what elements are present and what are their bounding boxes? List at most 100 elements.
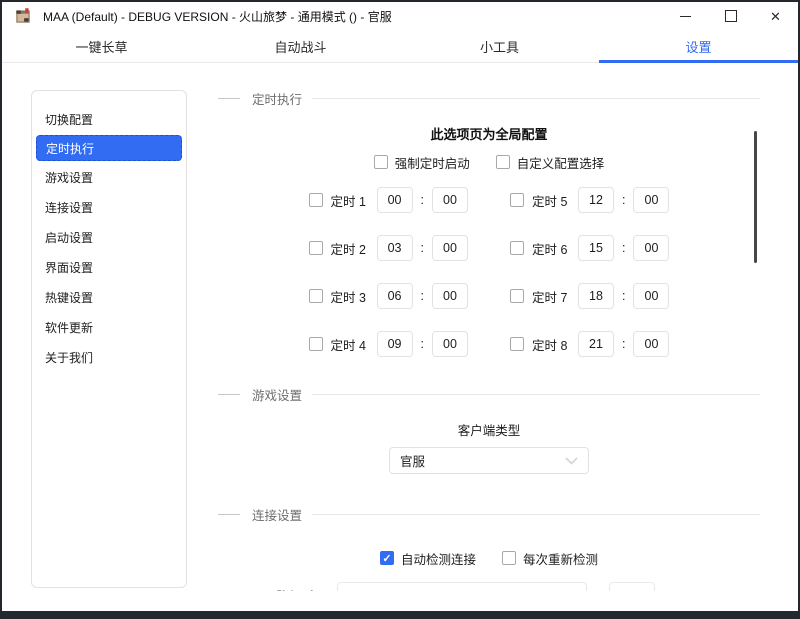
tab-settings[interactable]: 设置: [599, 30, 798, 63]
window-controls: ✕: [663, 2, 798, 30]
sidebar-item-software-update[interactable]: 软件更新: [32, 312, 186, 342]
tab-copilot[interactable]: 自动战斗: [201, 30, 400, 62]
timer-grid: 定时 1 00 : 00 定时 5 12 : 00 定时 2 03: 00 定…: [218, 186, 760, 358]
divider: [312, 97, 760, 99]
sidebar-item-switch-config[interactable]: 切换配置: [32, 104, 186, 134]
timer-1-hour-input[interactable]: 00: [376, 187, 413, 213]
timer-label: 定时 5: [532, 194, 568, 209]
section-title: 游戏设置: [252, 388, 303, 403]
client-type-select[interactable]: 官服: [389, 447, 589, 474]
section-title: 定时执行: [252, 92, 303, 107]
connection-options-row: ✓ 自动检测连接 每次重新检测: [218, 548, 760, 568]
close-button[interactable]: ✕: [753, 2, 798, 30]
sidebar-item-game-settings[interactable]: 游戏设置: [32, 162, 186, 192]
time-separator: :: [622, 289, 626, 303]
chevron-down-icon: [565, 456, 578, 465]
timer-6-hour-input[interactable]: 15: [578, 235, 614, 261]
minimize-button[interactable]: [663, 2, 708, 30]
settings-content: 定时执行 此选项页为全局配置 强制定时启动 自定义配置选择 定时 1 00: …: [218, 76, 760, 591]
maximize-icon: [724, 10, 737, 22]
divider: [312, 513, 760, 515]
timer-7-checkbox[interactable]: [510, 289, 524, 303]
checkbox-label: 自动检测连接: [400, 552, 476, 567]
redetect-every-time-option: 每次重新检测: [502, 549, 598, 568]
section-header-connection: 连接设置: [218, 504, 760, 524]
force-scheduled-start-option: 强制定时启动: [373, 153, 470, 172]
time-separator: :: [622, 193, 626, 207]
tab-farming[interactable]: 一键长草: [2, 30, 201, 62]
redetect-every-time-checkbox[interactable]: [502, 551, 516, 565]
section-header-game: 游戏设置: [218, 384, 760, 404]
auto-detect-option: ✓ 自动检测连接: [379, 549, 476, 568]
adb-path-input[interactable]: [337, 582, 588, 591]
timer-2-minute-input[interactable]: 00: [432, 235, 468, 261]
timer-5-checkbox[interactable]: [510, 193, 524, 207]
divider: [218, 393, 240, 395]
timer-3-checkbox[interactable]: [308, 289, 323, 303]
maximize-button[interactable]: [708, 2, 753, 30]
timer-2-hour-input[interactable]: 03: [376, 235, 413, 261]
timer-label: 定时 7: [532, 290, 568, 305]
adb-path-row: ADB 路径 (相: [218, 582, 760, 591]
time-separator: :: [420, 289, 424, 303]
time-separator: :: [420, 241, 424, 255]
custom-config-checkbox[interactable]: [495, 155, 510, 169]
checkbox-label: 每次重新检测: [523, 552, 599, 567]
timer-1-minute-input[interactable]: 00: [432, 187, 468, 213]
timer-7-row: 定时 7 18 : 00: [510, 282, 670, 310]
timer-options-row: 强制定时启动 自定义配置选择: [218, 152, 760, 172]
content-scrollbar[interactable]: [754, 131, 757, 263]
divider: [218, 513, 240, 515]
adb-path-browse-button[interactable]: [609, 582, 656, 591]
app-logo-icon: [16, 8, 30, 23]
timer-label: 定时 2: [330, 242, 366, 257]
timer-6-checkbox[interactable]: [510, 241, 524, 255]
settings-page: 切换配置 定时执行 游戏设置 连接设置 启动设置 界面设置 热键设置 软件更新 …: [2, 63, 798, 611]
timer-6-minute-input[interactable]: 00: [633, 235, 670, 261]
timer-5-minute-input[interactable]: 00: [633, 187, 670, 213]
sidebar-item-timer[interactable]: 定时执行: [36, 135, 182, 161]
timer-8-row: 定时 8 21 : 00: [510, 330, 670, 358]
checkbox-label: 强制定时启动: [394, 156, 470, 171]
title-bar: MAA (Default) - DEBUG VERSION - 火山旅梦 - 通…: [2, 2, 798, 30]
timer-8-hour-input[interactable]: 21: [578, 331, 614, 357]
divider: [218, 97, 240, 99]
timer-3-row: 定时 3 06 : 00: [308, 282, 468, 310]
timer-4-minute-input[interactable]: 00: [432, 331, 468, 357]
sidebar-item-connection-settings[interactable]: 连接设置: [32, 192, 186, 222]
tab-toolbox[interactable]: 小工具: [400, 30, 599, 62]
force-scheduled-start-checkbox[interactable]: [373, 155, 388, 169]
settings-sidebar: 切换配置 定时执行 游戏设置 连接设置 启动设置 界面设置 热键设置 软件更新 …: [31, 90, 187, 588]
sidebar-item-about[interactable]: 关于我们: [32, 342, 186, 372]
timer-7-hour-input[interactable]: 18: [578, 283, 614, 309]
auto-detect-checkbox[interactable]: ✓: [379, 551, 394, 565]
timer-8-minute-input[interactable]: 00: [633, 331, 670, 357]
client-type-value: 官服: [400, 455, 426, 469]
timer-label: 定时 6: [532, 242, 568, 257]
time-separator: :: [622, 241, 626, 255]
main-tab-bar: 一键长草 自动战斗 小工具 设置: [2, 30, 798, 63]
timer-1-row: 定时 1 00 : 00: [308, 186, 468, 214]
timer-8-checkbox[interactable]: [510, 337, 524, 351]
sidebar-item-hotkey-settings[interactable]: 热键设置: [32, 282, 186, 312]
timer-1-checkbox[interactable]: [308, 193, 323, 207]
timer-3-hour-input[interactable]: 06: [376, 283, 413, 309]
timer-4-checkbox[interactable]: [308, 337, 323, 351]
timer-2-checkbox[interactable]: [308, 241, 323, 255]
timer-4-row: 定时 4 09 : 00: [308, 330, 468, 358]
timer-5-row: 定时 5 12 : 00: [510, 186, 670, 214]
timer-7-minute-input[interactable]: 00: [633, 283, 670, 309]
timer-3-minute-input[interactable]: 00: [432, 283, 468, 309]
timer-label: 定时 8: [532, 338, 568, 353]
time-separator: :: [420, 193, 424, 207]
timer-4-hour-input[interactable]: 09: [376, 331, 413, 357]
timer-2-row: 定时 2 03 : 00: [308, 234, 468, 262]
timer-6-row: 定时 6 15 : 00: [510, 234, 670, 262]
timer-label: 定时 1: [330, 194, 366, 209]
sidebar-item-startup-settings[interactable]: 启动设置: [32, 222, 186, 252]
sidebar-item-ui-settings[interactable]: 界面设置: [32, 252, 186, 282]
app-window: MAA (Default) - DEBUG VERSION - 火山旅梦 - 通…: [0, 0, 800, 619]
window-title: MAA (Default) - DEBUG VERSION - 火山旅梦 - 通…: [43, 9, 392, 24]
checkbox-label: 自定义配置选择: [516, 156, 605, 171]
timer-5-hour-input[interactable]: 12: [578, 187, 614, 213]
